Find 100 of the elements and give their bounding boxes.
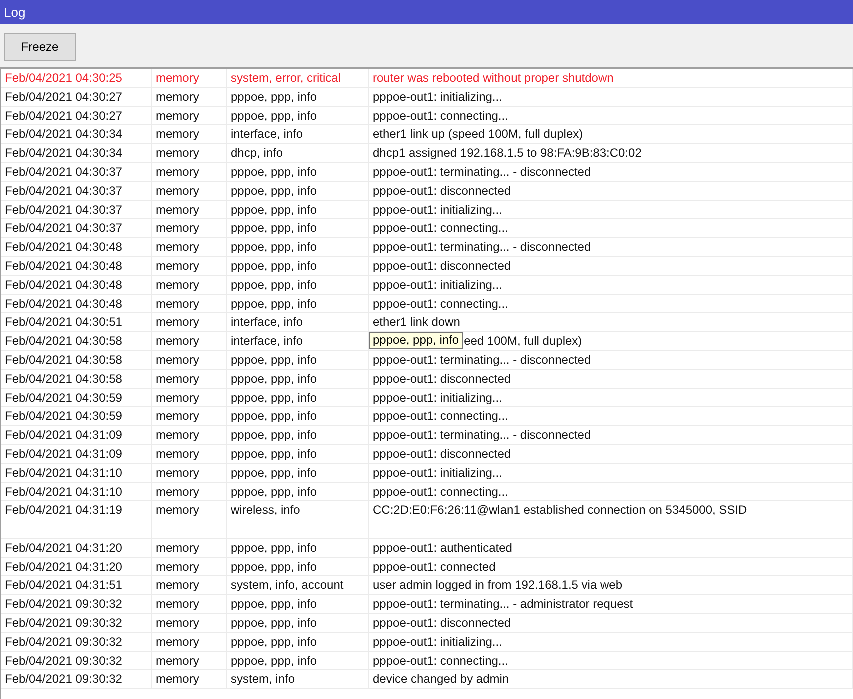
message-cell: pppoe-out1: disconnected bbox=[369, 182, 853, 200]
time-cell: Feb/04/2021 04:30:37 bbox=[1, 219, 152, 238]
message-cell: ether1 link down bbox=[369, 313, 853, 332]
buffer-cell: memory bbox=[152, 558, 227, 576]
tooltip: pppoe, ppp, info bbox=[369, 332, 464, 350]
topics-cell: pppoe, ppp, info bbox=[227, 88, 369, 106]
buffer-cell: memory bbox=[152, 464, 227, 482]
time-cell: Feb/04/2021 09:30:32 bbox=[1, 670, 152, 688]
buffer-cell: memory bbox=[152, 614, 227, 632]
message-cell: pppoe-out1: terminating... - disconnected bbox=[369, 238, 853, 256]
message-cell: device changed by admin bbox=[369, 670, 853, 688]
topics-cell: wireless, info bbox=[227, 501, 369, 538]
buffer-cell: memory bbox=[152, 632, 227, 651]
buffer-cell: memory bbox=[152, 182, 227, 200]
message-cell: pppoe-out1: connecting... bbox=[369, 294, 853, 312]
time-cell: Feb/04/2021 04:30:48 bbox=[1, 238, 152, 256]
buffer-cell: memory bbox=[152, 444, 227, 463]
time-cell: Feb/04/2021 04:31:10 bbox=[1, 464, 152, 482]
message-cell: pppoe-out1: disconnected bbox=[369, 444, 853, 463]
topics-cell: dhcp, info bbox=[227, 144, 369, 162]
time-cell: Feb/04/2021 04:31:10 bbox=[1, 482, 152, 500]
message-cell: pppoe-out1: initializing... bbox=[369, 200, 853, 218]
buffer-cell: memory bbox=[152, 652, 227, 670]
topics-cell: system, error, critical bbox=[227, 69, 369, 87]
window-title: Log bbox=[4, 4, 26, 20]
time-cell: Feb/04/2021 04:30:58 bbox=[1, 332, 152, 350]
message-cell: pppoe-out1: initializing... bbox=[369, 88, 853, 106]
topics-cell: pppoe, ppp, info bbox=[227, 407, 369, 426]
time-cell: Feb/04/2021 04:30:25 bbox=[1, 69, 152, 87]
buffer-cell: memory bbox=[152, 162, 227, 181]
message-cell: router was rebooted without proper shutdown bbox=[369, 69, 853, 87]
buffer-cell: memory bbox=[152, 388, 227, 406]
message-cell: pppoe-out1: authenticated bbox=[369, 538, 853, 557]
topics-cell: pppoe, ppp, info bbox=[227, 464, 369, 482]
buffer-cell: memory bbox=[152, 106, 227, 124]
topics-cell: pppoe, ppp, info bbox=[227, 614, 369, 632]
topics-cell: interface, info bbox=[227, 313, 369, 332]
time-cell: Feb/04/2021 09:30:32 bbox=[1, 595, 152, 614]
message-cell: pppoe-out1: connected bbox=[369, 558, 853, 576]
time-cell: Feb/04/2021 04:31:09 bbox=[1, 444, 152, 463]
buffer-cell: memory bbox=[152, 595, 227, 614]
message-cell: pppoe-out1: connecting... bbox=[369, 652, 853, 670]
topics-cell: pppoe, ppp, info bbox=[227, 558, 369, 576]
time-cell: Feb/04/2021 09:30:32 bbox=[1, 632, 152, 651]
time-cell: Feb/04/2021 09:30:32 bbox=[1, 652, 152, 670]
buffer-cell: memory bbox=[152, 350, 227, 369]
topics-cell: pppoe, ppp, info bbox=[227, 350, 369, 369]
message-text: eed 100M, full duplex) bbox=[464, 333, 582, 350]
time-cell: Feb/04/2021 04:30:37 bbox=[1, 182, 152, 200]
message-cell: pppoe-out1: initializing... bbox=[369, 632, 853, 651]
topics-cell: pppoe, ppp, info bbox=[227, 162, 369, 181]
message-cell: pppoe-out1: connecting... bbox=[369, 106, 853, 124]
buffer-cell: memory bbox=[152, 313, 227, 332]
buffer-cell: memory bbox=[152, 426, 227, 444]
message-cell: pppoe-out1: terminating... - disconnected bbox=[369, 162, 853, 181]
time-cell: Feb/04/2021 04:30:59 bbox=[1, 407, 152, 426]
message-cell: pppoe-out1: connecting... bbox=[369, 407, 853, 426]
buffer-cell: memory bbox=[152, 407, 227, 426]
topics-cell: pppoe, ppp, info bbox=[227, 370, 369, 388]
message-cell: pppoe-out1: connecting... bbox=[369, 482, 853, 500]
topics-cell: pppoe, ppp, info bbox=[227, 182, 369, 200]
buffer-cell: memory bbox=[152, 670, 227, 688]
buffer-cell: memory bbox=[152, 576, 227, 594]
topics-cell: pppoe, ppp, info bbox=[227, 276, 369, 294]
message-cell: dhcp1 assigned 192.168.1.5 to 98:FA:9B:83:C0:02 bbox=[369, 144, 853, 162]
buffer-cell: memory bbox=[152, 238, 227, 256]
message-cell: user admin logged in from 192.168.1.5 via web bbox=[369, 576, 853, 594]
time-cell: Feb/04/2021 04:30:48 bbox=[1, 276, 152, 294]
time-cell: Feb/04/2021 04:30:34 bbox=[1, 144, 152, 162]
topics-cell: pppoe, ppp, info bbox=[227, 106, 369, 124]
freeze-button[interactable]: Freeze bbox=[4, 32, 76, 60]
topics-cell: system, info, account bbox=[227, 576, 369, 594]
buffer-cell: memory bbox=[152, 276, 227, 294]
time-cell: Feb/04/2021 04:30:58 bbox=[1, 350, 152, 369]
message-cell: pppoe-out1: terminating... - disconnected bbox=[369, 350, 853, 369]
time-cell: Feb/04/2021 04:31:51 bbox=[1, 576, 152, 594]
message-cell: pppoe-out1: initializing... bbox=[369, 276, 853, 294]
topics-cell: pppoe, ppp, info bbox=[227, 426, 369, 444]
buffer-cell: memory bbox=[152, 69, 227, 87]
topics-cell: pppoe, ppp, info bbox=[227, 219, 369, 238]
topics-cell: pppoe, ppp, info bbox=[227, 538, 369, 557]
time-cell: Feb/04/2021 04:30:37 bbox=[1, 200, 152, 218]
time-cell: Feb/04/2021 04:30:37 bbox=[1, 162, 152, 181]
message-cell: pppoe-out1: initializing... bbox=[369, 388, 853, 406]
time-cell: Feb/04/2021 04:31:09 bbox=[1, 426, 152, 444]
topics-cell: interface, info bbox=[227, 125, 369, 144]
message-cell: pppoe-out1: disconnected bbox=[369, 370, 853, 388]
time-cell: Feb/04/2021 04:30:59 bbox=[1, 388, 152, 406]
topics-cell: pppoe, ppp, info bbox=[227, 256, 369, 275]
time-cell: Feb/04/2021 04:30:48 bbox=[1, 256, 152, 275]
message-cell: pppoe-out1: disconnected bbox=[369, 614, 853, 632]
buffer-cell: memory bbox=[152, 370, 227, 388]
time-cell: Feb/04/2021 04:30:34 bbox=[1, 125, 152, 144]
topics-cell: pppoe, ppp, info bbox=[227, 482, 369, 500]
message-cell: pppoe-out1: initializing... bbox=[369, 464, 853, 482]
time-cell: Feb/04/2021 04:30:48 bbox=[1, 294, 152, 312]
time-cell: Feb/04/2021 09:30:32 bbox=[1, 614, 152, 632]
buffer-cell: memory bbox=[152, 219, 227, 238]
buffer-cell: memory bbox=[152, 200, 227, 218]
topics-cell: pppoe, ppp, info bbox=[227, 388, 369, 406]
